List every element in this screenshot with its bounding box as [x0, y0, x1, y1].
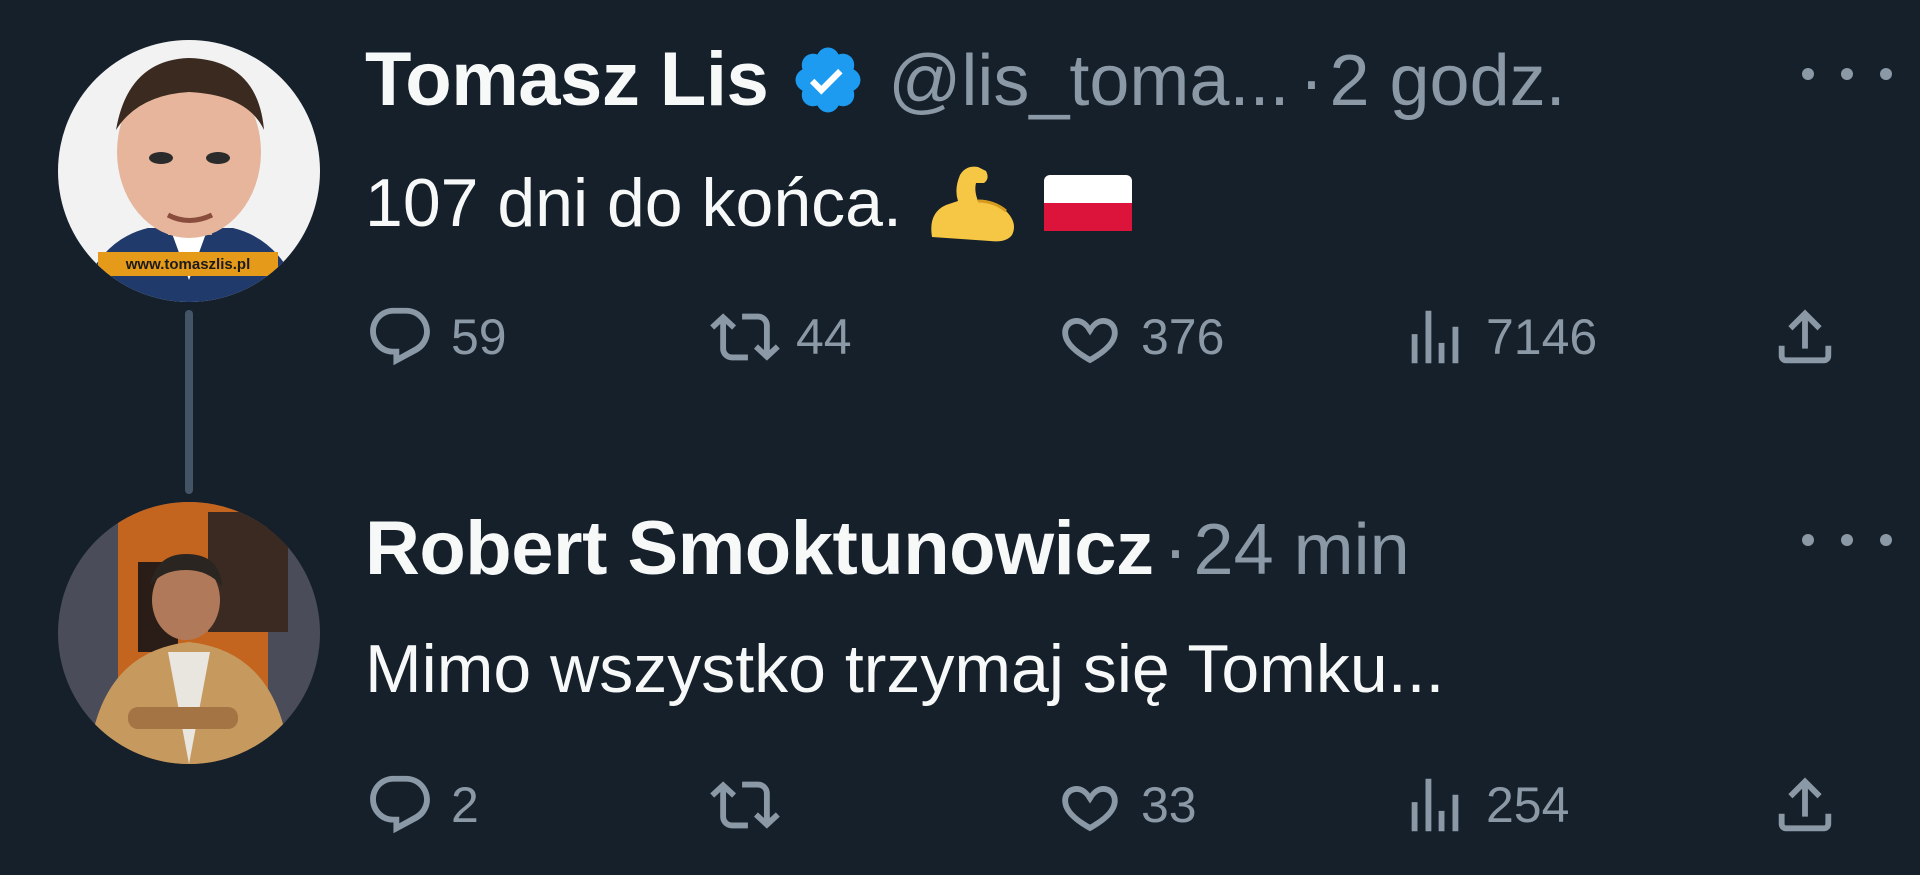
retweet-button[interactable]	[710, 770, 796, 840]
like-count: 33	[1141, 777, 1197, 833]
share-icon	[1778, 777, 1832, 832]
tweet-2[interactable]: Robert Smoktunowicz · 24 min Mimo wszyst…	[0, 0, 1920, 875]
avatar-robert-smoktunowicz[interactable]	[58, 502, 320, 764]
views-button[interactable]: 254	[1400, 770, 1569, 840]
share-button[interactable]	[1770, 770, 1840, 840]
tweet-text-content: Mimo wszystko trzymaj się Tomku...	[365, 631, 1445, 707]
tweet-header: Robert Smoktunowicz · 24 min	[365, 505, 1410, 592]
tweet-time[interactable]: 24 min	[1194, 509, 1410, 591]
heart-icon	[1062, 786, 1118, 832]
author-name[interactable]: Robert Smoktunowicz	[365, 505, 1154, 592]
avatar-photo	[58, 502, 320, 764]
reply-icon	[370, 775, 430, 834]
views-count: 254	[1486, 777, 1570, 833]
reply-button[interactable]: 2	[365, 770, 479, 840]
tweet-text: Mimo wszystko trzymaj się Tomku...	[365, 624, 1444, 714]
separator-dot: ·	[1163, 510, 1188, 590]
like-button[interactable]: 33	[1055, 770, 1197, 840]
views-icon	[1411, 778, 1459, 832]
more-options-icon[interactable]	[1802, 520, 1892, 560]
retweet-icon	[710, 781, 780, 829]
tweet-actions: 2 33 254	[365, 770, 1845, 840]
reply-count: 2	[451, 777, 479, 833]
